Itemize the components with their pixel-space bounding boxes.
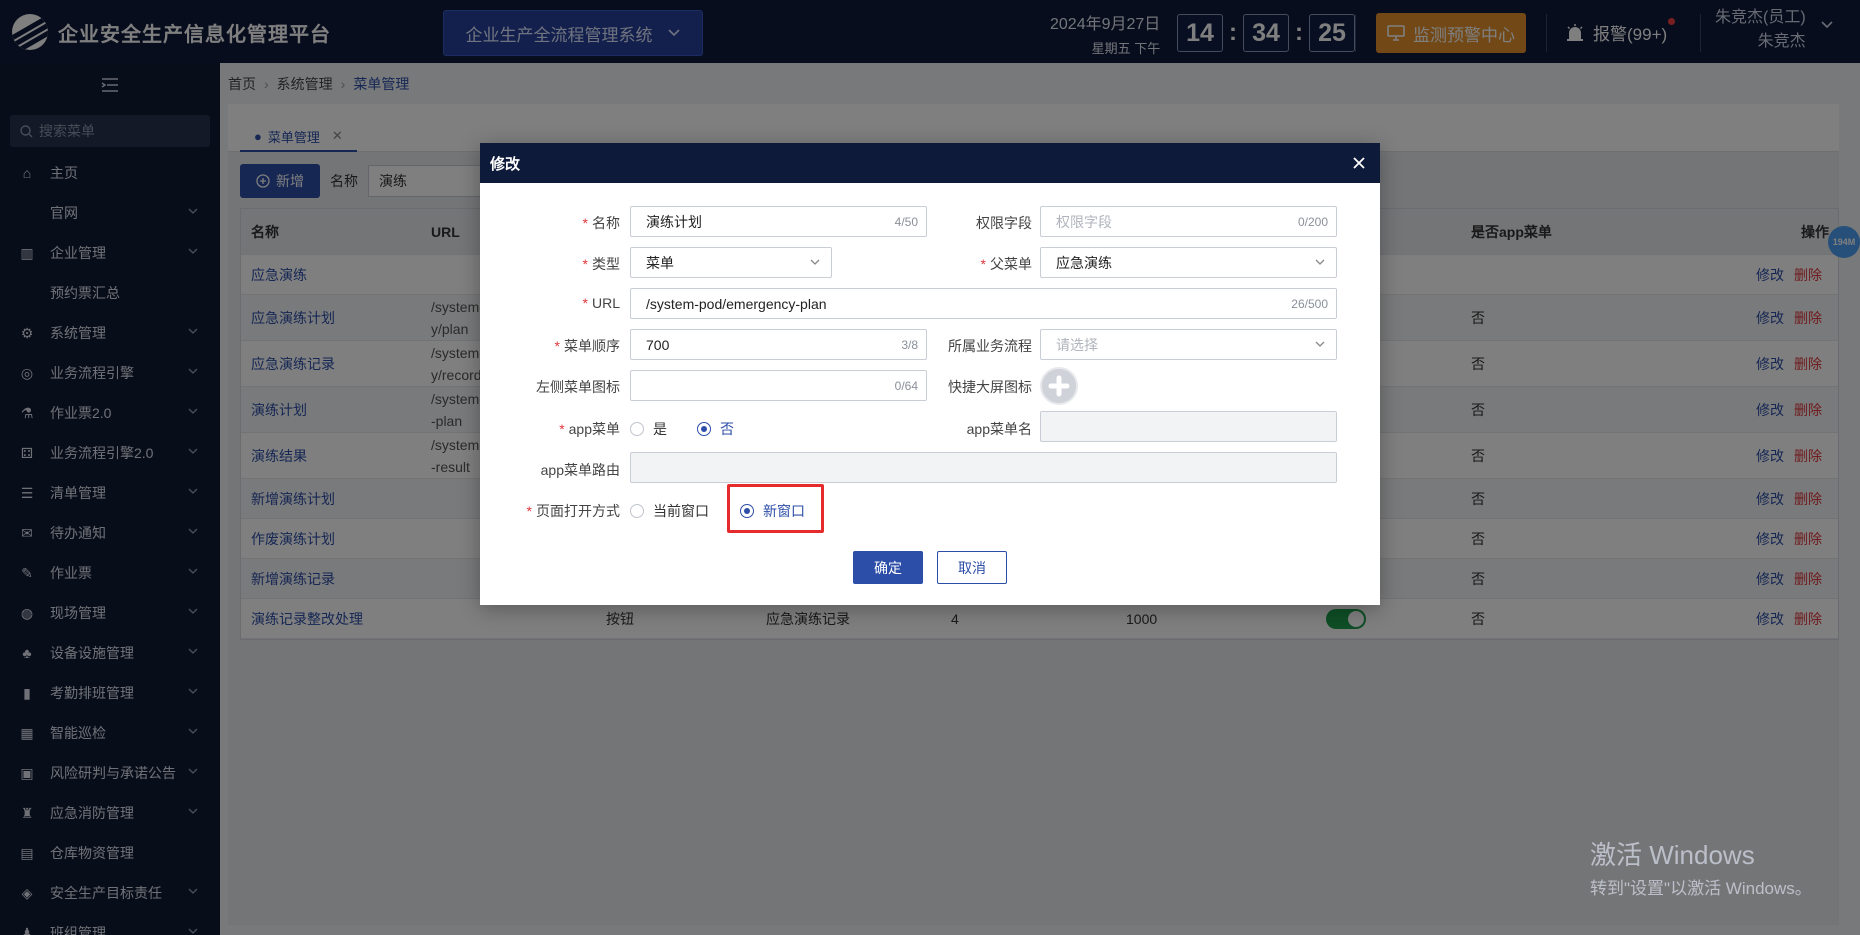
flow-placeholder: 请选择: [1056, 336, 1098, 353]
app-menu-no-radio[interactable]: 否: [697, 419, 734, 439]
app-menu-label: * app菜单: [559, 421, 620, 437]
name-count: 4/50: [894, 215, 918, 229]
url-label: * URL: [582, 295, 620, 311]
type-label: * 类型: [582, 256, 620, 272]
left-icon-input[interactable]: 0/64: [630, 370, 927, 401]
left-icon-count: 0/64: [894, 379, 918, 393]
name-input[interactable]: 演练计划 4/50: [630, 206, 927, 237]
order-count: 3/8: [901, 338, 918, 352]
perm-placeholder: 权限字段: [1056, 213, 1112, 230]
perm-input[interactable]: 权限字段 0/200: [1040, 206, 1337, 237]
app-menu-yes-radio[interactable]: 是: [630, 419, 667, 439]
screen-icon-upload-button[interactable]: [1040, 367, 1078, 405]
app-menu-name-label: app菜单名: [966, 421, 1032, 437]
flow-select[interactable]: 请选择: [1040, 329, 1337, 360]
confirm-button[interactable]: 确定: [853, 551, 923, 584]
parent-value: 应急演练: [1056, 254, 1112, 271]
edit-modal: 修改 * 名称 演练计划 4/50 权限字段 权限字段 0/200 * 类型 菜单 …: [480, 143, 1380, 605]
watermark-line1: 激活 Windows: [1590, 840, 1755, 870]
url-count: 26/500: [1291, 297, 1328, 311]
chevron-down-icon: [1315, 341, 1325, 347]
annotation-highlight-box: [727, 484, 824, 533]
name-value: 演练计划: [646, 213, 702, 230]
url-input[interactable]: /system-pod/emergency-plan 26/500: [630, 288, 1337, 319]
order-input[interactable]: 700 3/8: [630, 329, 927, 360]
name-label: * 名称: [582, 215, 620, 231]
app-route-input[interactable]: [630, 452, 1337, 483]
perm-count: 0/200: [1297, 215, 1328, 229]
modal-title: 修改: [490, 155, 521, 173]
order-value: 700: [646, 336, 670, 353]
app-route-label: app菜单路由: [540, 462, 620, 478]
cancel-button[interactable]: 取消: [937, 551, 1007, 584]
screen-icon-label: 快捷大屏图标: [948, 379, 1032, 395]
modal-close-button[interactable]: [1348, 152, 1370, 174]
type-select[interactable]: 菜单: [630, 247, 832, 278]
chevron-down-icon: [1315, 259, 1325, 265]
flow-label: 所属业务流程: [948, 338, 1032, 354]
order-label: * 菜单顺序: [554, 338, 620, 354]
windows-activation-watermark: 激活 Windows 转到"设置"以激活 Windows。: [1590, 835, 1812, 899]
close-icon: [1353, 157, 1365, 169]
parent-label: * 父菜单: [980, 256, 1032, 272]
perm-label: 权限字段: [976, 215, 1032, 231]
left-icon-label: 左侧菜单图标: [536, 379, 620, 395]
url-value: /system-pod/emergency-plan: [646, 295, 827, 312]
open-mode-label: * 页面打开方式: [526, 503, 620, 519]
watermark-line2: 转到"设置"以激活 Windows。: [1590, 879, 1812, 898]
plus-icon: [1048, 375, 1070, 397]
chevron-down-icon: [810, 259, 820, 265]
modal-header: 修改: [480, 143, 1380, 183]
open-mode-current-radio[interactable]: 当前窗口: [630, 501, 709, 521]
app-menu-name-input[interactable]: [1040, 411, 1337, 442]
parent-select[interactable]: 应急演练: [1040, 247, 1337, 278]
type-value: 菜单: [646, 254, 674, 271]
